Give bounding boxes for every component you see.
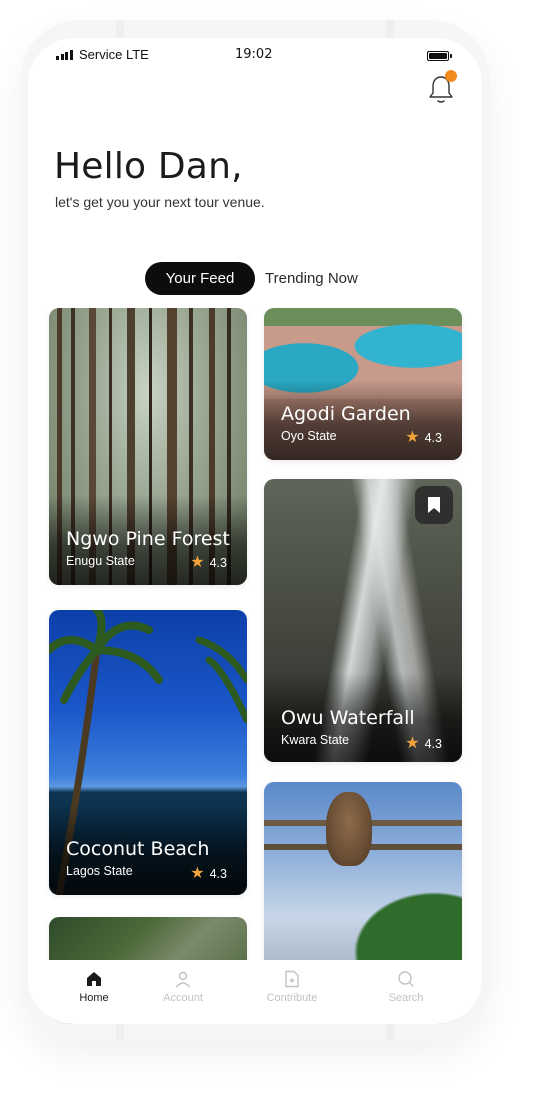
search-icon (398, 971, 414, 987)
venue-card-owu-waterfall[interactable]: Owu Waterfall Kwara State ★ 4.3 (264, 479, 462, 762)
nav-account-label: Account (163, 992, 203, 1004)
venue-state: Lagos State (66, 864, 133, 878)
account-icon (175, 971, 191, 988)
nav-contribute-label: Contribute (266, 992, 318, 1004)
nav-search[interactable]: Search (366, 970, 446, 1004)
bottom-navigation: Home Account Contribute Search (28, 960, 482, 1024)
rating-value: 4.3 (424, 737, 442, 751)
nav-account[interactable]: Account (143, 970, 223, 1004)
star-icon: ★ (405, 735, 420, 752)
venue-rating: ★ 4.3 (405, 430, 442, 446)
venue-rating: ★ 4.3 (190, 866, 227, 882)
cattle-head (326, 792, 372, 866)
bookmark-icon (428, 497, 440, 513)
nav-home[interactable]: Home (54, 970, 134, 1004)
greeting-title: Hello Dan, (54, 146, 243, 187)
nav-search-label: Search (388, 992, 424, 1004)
venue-title: Coconut Beach (66, 838, 210, 860)
phone-screen: Service LTE 19:02 Hello Dan, let's get y… (28, 38, 482, 1024)
star-icon: ★ (405, 429, 420, 446)
venue-title: Agodi Garden (281, 403, 411, 425)
venue-card-ngwo-pine-forest[interactable]: Ngwo Pine Forest Enugu State ★ 4.3 (49, 308, 247, 585)
tab-trending-now[interactable]: Trending Now (265, 270, 358, 287)
venue-state: Kwara State (281, 733, 350, 747)
battery-icon (427, 51, 452, 61)
rating-value: 4.3 (424, 431, 442, 445)
carrier-label: Service LTE (79, 47, 149, 62)
tab-your-feed[interactable]: Your Feed (145, 262, 255, 295)
signal-icon (56, 50, 73, 60)
nav-contribute[interactable]: Contribute (252, 970, 332, 1004)
status-time: 19:02 (235, 47, 273, 62)
notification-badge (445, 70, 457, 82)
home-icon (87, 972, 101, 986)
venue-title: Owu Waterfall (281, 707, 415, 729)
venue-title: Ngwo Pine Forest (66, 528, 230, 550)
nav-home-label: Home (79, 992, 109, 1004)
contribute-icon (285, 970, 299, 988)
feed-tabs: Your Feed Trending Now (145, 262, 358, 295)
rating-value: 4.3 (209, 556, 227, 570)
notifications-button[interactable] (426, 68, 458, 108)
venue-state: Enugu State (66, 554, 135, 568)
star-icon: ★ (190, 554, 205, 571)
venue-rating: ★ 4.3 (405, 736, 442, 752)
venue-state: Oyo State (281, 429, 337, 443)
status-bar: Service LTE 19:02 (28, 38, 482, 72)
star-icon: ★ (190, 865, 205, 882)
venue-card-coconut-beach[interactable]: Coconut Beach Lagos State ★ 4.3 (49, 610, 247, 895)
venue-card-agodi-garden[interactable]: Agodi Garden Oyo State ★ 4.3 (264, 308, 462, 460)
greeting-subtitle: let's get you your next tour venue. (55, 194, 265, 210)
bookmark-button[interactable] (415, 486, 453, 524)
venue-rating: ★ 4.3 (190, 555, 227, 571)
rating-value: 4.3 (209, 867, 227, 881)
